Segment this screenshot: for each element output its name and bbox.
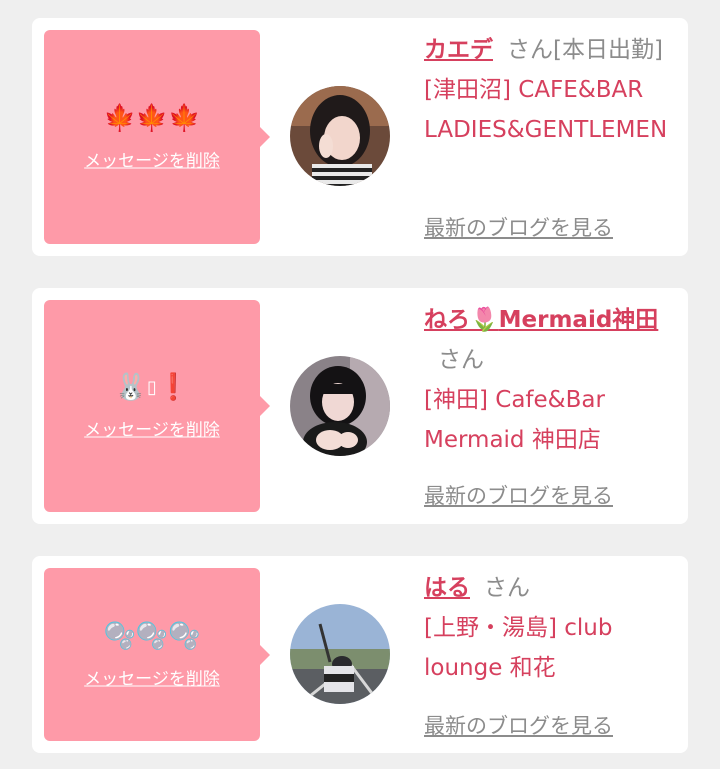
- sender-name-link[interactable]: カエデ: [424, 37, 493, 63]
- message-bubble: 🍁🍁🍁 メッセージを削除: [44, 30, 270, 244]
- delete-message-link[interactable]: メッセージを削除: [84, 147, 220, 172]
- sender-name-suffix: Mermaid神田: [498, 307, 659, 333]
- message-bubble: 🫧🫧🫧 メッセージを削除: [44, 568, 270, 741]
- bubbles-icon: 🫧: [103, 621, 136, 651]
- rabbit-icon: 🐰: [114, 372, 148, 403]
- latest-blog-link[interactable]: 最新のブログを見る: [424, 212, 613, 242]
- maple-leaf-icon: 🍁: [168, 103, 201, 134]
- status-tag: [本日出勤]: [553, 37, 663, 63]
- exclamation-icon: ❗: [156, 372, 190, 403]
- unknown-glyph-icon: ▯: [147, 377, 157, 398]
- avatar[interactable]: [290, 356, 390, 456]
- message-card: 🫧🫧🫧 メッセージを削除 はる さん [上野・湯島] club lounge 和…: [32, 556, 688, 753]
- avatar[interactable]: [290, 604, 390, 704]
- message-bubble: 🐰▯❗ メッセージを削除: [44, 300, 270, 512]
- avatar[interactable]: [290, 86, 390, 186]
- shop-name: [津田沼] CAFE&BAR LADIES&GENTLEMEN: [424, 77, 668, 143]
- bubbles-icon: 🫧: [168, 621, 201, 651]
- profile-photo-icon: [290, 604, 390, 704]
- status-emoji: 🍁🍁🍁: [44, 103, 260, 135]
- maple-leaf-icon: 🍁: [135, 103, 169, 134]
- message-list: 🍁🍁🍁 メッセージを削除 カエデ さん[本日出勤] [津田沼] CAFE&BAR…: [0, 0, 720, 769]
- delete-message-link[interactable]: メッセージを削除: [84, 416, 220, 441]
- profile-photo-icon: [290, 86, 390, 186]
- sender-info: はる さん [上野・湯島] club lounge 和花: [424, 568, 682, 688]
- maple-leaf-icon: 🍁: [103, 103, 136, 134]
- shop-name: [神田] Cafe&Bar Mermaid 神田店: [424, 387, 605, 453]
- honorific: さん: [438, 347, 484, 373]
- status-emoji: 🫧🫧🫧: [44, 620, 260, 652]
- profile-photo-icon: [290, 356, 390, 456]
- message-card: 🍁🍁🍁 メッセージを削除 カエデ さん[本日出勤] [津田沼] CAFE&BAR…: [32, 18, 688, 256]
- bubbles-icon: 🫧: [135, 621, 169, 651]
- latest-blog-link[interactable]: 最新のブログを見る: [424, 710, 613, 740]
- shop-name: [上野・湯島] club lounge 和花: [424, 615, 613, 681]
- delete-message-link[interactable]: メッセージを削除: [84, 664, 220, 689]
- sender-name-prefix: ねろ: [424, 307, 470, 333]
- sender-info: カエデ さん[本日出勤] [津田沼] CAFE&BAR LADIES&GENTLE…: [424, 30, 682, 150]
- status-emoji: 🐰▯❗: [44, 372, 260, 404]
- tulip-icon: 🌷: [470, 307, 499, 333]
- honorific: さん: [484, 575, 530, 601]
- sender-name-link[interactable]: ねろ🌷Mermaid神田: [424, 307, 658, 333]
- sender-info: ねろ🌷Mermaid神田さん [神田] Cafe&Bar Mermaid 神田店: [424, 300, 682, 460]
- message-card: 🐰▯❗ メッセージを削除 ねろ🌷Mermaid神田さん [神田] Cafe&Ba: [32, 288, 688, 524]
- sender-name-link[interactable]: はる: [424, 575, 470, 601]
- honorific: さん: [507, 37, 553, 63]
- latest-blog-link[interactable]: 最新のブログを見る: [424, 480, 613, 510]
